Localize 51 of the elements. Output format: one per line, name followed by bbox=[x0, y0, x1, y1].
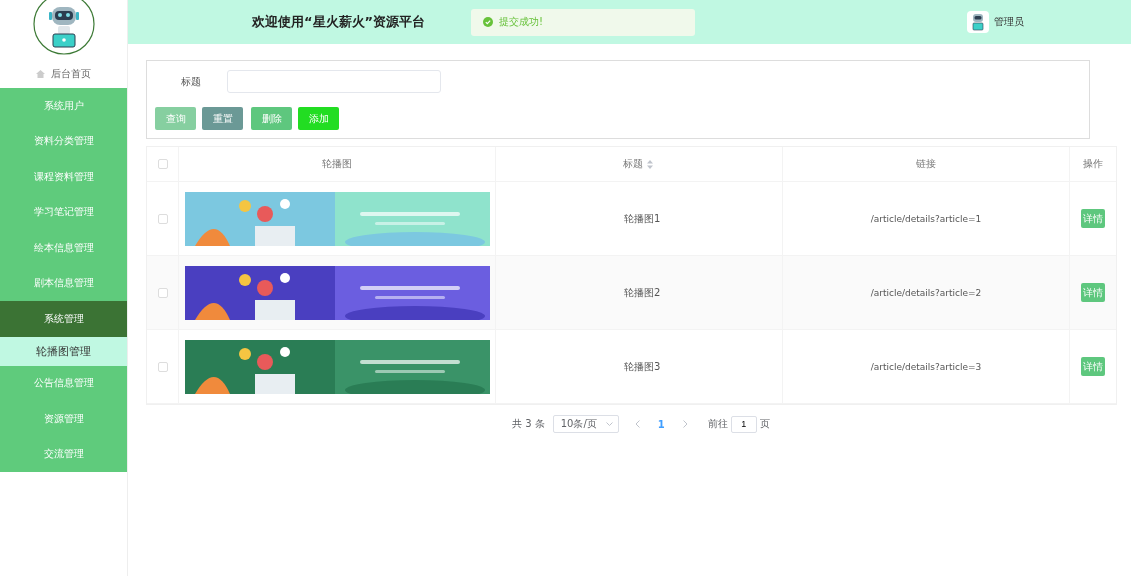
sidebar-item[interactable]: 学习笔记管理 bbox=[0, 194, 127, 230]
column-header: 操作 bbox=[1083, 157, 1103, 171]
title-input-field[interactable] bbox=[227, 70, 441, 93]
action-button[interactable]: 查询 bbox=[155, 107, 196, 130]
title-cell: 轮播图2 bbox=[624, 285, 661, 300]
chevron-down-icon bbox=[605, 422, 613, 426]
column-header: 标题 bbox=[623, 157, 643, 171]
details-button[interactable]: 详情 bbox=[1081, 357, 1105, 376]
action-button[interactable]: 添加 bbox=[298, 107, 339, 130]
prev-page-icon[interactable] bbox=[634, 420, 640, 428]
next-page-icon[interactable] bbox=[682, 420, 688, 428]
row-checkbox[interactable] bbox=[157, 287, 168, 298]
page-number[interactable]: 1 bbox=[657, 418, 665, 430]
avatar-icon[interactable] bbox=[967, 11, 990, 33]
row-checkbox[interactable] bbox=[157, 361, 168, 372]
sidebar-item[interactable]: 课程资料管理 bbox=[0, 159, 127, 195]
select-all-checkbox[interactable] bbox=[157, 159, 168, 169]
sidebar-item[interactable]: 系统管理 bbox=[0, 301, 127, 337]
action-button[interactable]: 重置 bbox=[202, 107, 243, 130]
sidebar-item[interactable]: 绘本信息管理 bbox=[0, 230, 127, 266]
sidebar-item[interactable]: 资源管理 bbox=[0, 401, 127, 437]
sidebar-item[interactable]: 剧本信息管理 bbox=[0, 265, 127, 301]
home-icon bbox=[36, 70, 45, 78]
check-circle-icon bbox=[483, 17, 494, 27]
details-button[interactable]: 详情 bbox=[1081, 283, 1105, 302]
user-name[interactable]: 管理员 bbox=[994, 15, 1025, 29]
sidebar-subitem[interactable]: 轮播图管理 bbox=[0, 336, 127, 366]
page-unit: 页 bbox=[759, 417, 770, 431]
title-cell: 轮播图1 bbox=[624, 211, 661, 226]
link-cell: /article/details?article=3 bbox=[870, 361, 982, 372]
column-header: 轮播图 bbox=[322, 157, 352, 171]
sidebar-item[interactable]: 系统用户 bbox=[0, 88, 127, 124]
column-header: 链接 bbox=[916, 157, 936, 171]
link-cell: /article/details?article=2 bbox=[870, 287, 982, 298]
page-size-select[interactable]: 10条/页 bbox=[552, 415, 619, 433]
goto-label: 前往 bbox=[707, 417, 728, 431]
sort-icon[interactable] bbox=[647, 159, 653, 169]
toast-message: 提交成功! bbox=[499, 15, 544, 29]
total-count: 共 3 条 bbox=[512, 417, 545, 431]
page-input-field[interactable]: 1 bbox=[730, 415, 757, 433]
details-button[interactable]: 详情 bbox=[1081, 209, 1105, 228]
sidebar-item[interactable]: 交流管理 bbox=[0, 436, 127, 472]
page-title: 欢迎使用“星火薪火”资源平台 bbox=[252, 13, 426, 31]
sidebar-item[interactable]: 资料分类管理 bbox=[0, 123, 127, 159]
action-button[interactable]: 删除 bbox=[251, 107, 292, 130]
title-cell: 轮播图3 bbox=[624, 359, 661, 374]
home-link[interactable]: 后台首页 bbox=[51, 67, 91, 81]
link-cell: /article/details?article=1 bbox=[870, 213, 982, 224]
field-label: 标题 bbox=[180, 74, 202, 89]
sidebar-item[interactable]: 公告信息管理 bbox=[0, 365, 127, 401]
row-checkbox[interactable] bbox=[157, 213, 168, 224]
